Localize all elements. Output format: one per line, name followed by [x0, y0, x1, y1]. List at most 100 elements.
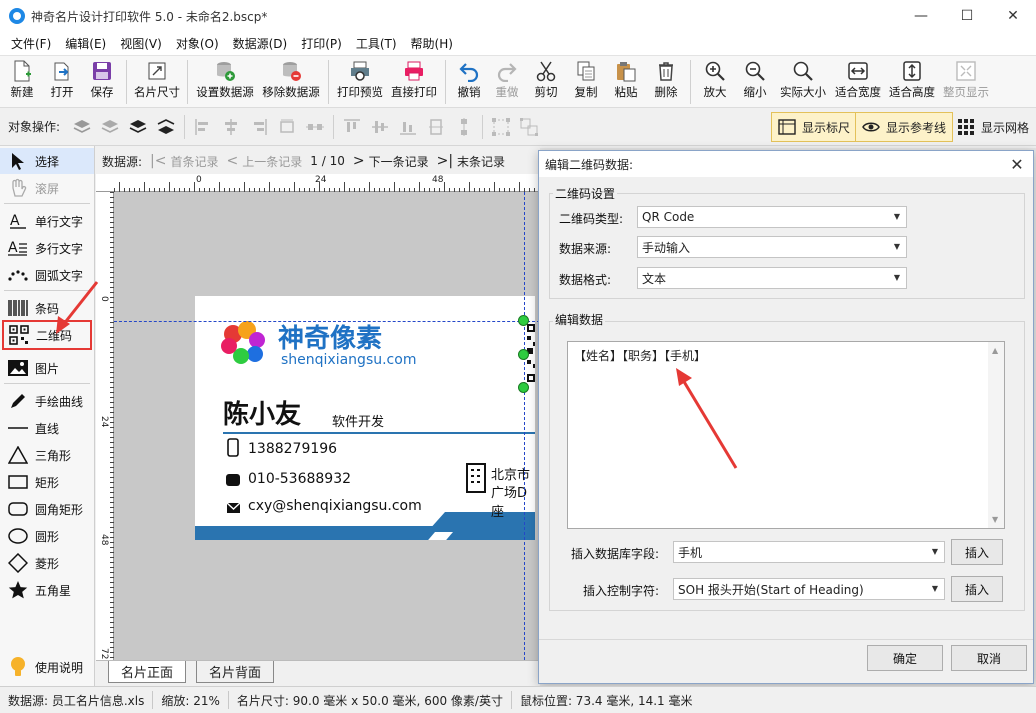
- resize-handle-top[interactable]: [518, 315, 529, 326]
- maximize-button[interactable]: ☐: [944, 0, 990, 32]
- tool-line[interactable]: 直线: [0, 415, 94, 441]
- tool-rect[interactable]: 矩形: [0, 469, 94, 495]
- data-format-select[interactable]: 文本 ▼: [637, 267, 907, 289]
- set-datasource-button[interactable]: 设置数据源: [192, 56, 258, 108]
- align-middle-icon[interactable]: [369, 116, 391, 138]
- undo-icon: [458, 60, 480, 82]
- tool-select[interactable]: 选择: [0, 148, 94, 174]
- menu-object[interactable]: 对象(O): [169, 35, 226, 52]
- tool-barcode[interactable]: 条码: [0, 295, 94, 321]
- cancel-button[interactable]: 取消: [951, 645, 1027, 671]
- layers-bottom-icon[interactable]: [155, 116, 177, 138]
- remove-datasource-button[interactable]: 移除数据源: [258, 56, 324, 108]
- redo-button[interactable]: 重做: [488, 56, 526, 108]
- show-ruler-toggle[interactable]: 显示标尺: [771, 112, 858, 142]
- menu-file[interactable]: 文件(F): [4, 35, 58, 52]
- tool-diamond[interactable]: 菱形: [0, 550, 94, 576]
- business-card[interactable]: 神奇像素 shenqixiangsu.com 陈小友 软件开发 13882791…: [195, 296, 535, 540]
- tool-pan[interactable]: 滚屏: [0, 175, 94, 201]
- qrcode-type-select[interactable]: QR Code ▼: [637, 206, 907, 228]
- tool-single-text[interactable]: A 单行文字: [0, 208, 94, 234]
- ruler-tick: [110, 337, 114, 338]
- tool-round-rect[interactable]: 圆角矩形: [0, 496, 94, 522]
- textarea-scrollbar[interactable]: ▲ ▼: [988, 342, 1004, 528]
- guide-line-vertical[interactable]: [524, 192, 525, 660]
- align-right-icon[interactable]: [248, 116, 270, 138]
- tool-triangle[interactable]: 三角形: [0, 442, 94, 468]
- open-button[interactable]: 打开: [42, 56, 82, 108]
- last-record-button[interactable]: >| 末条记录: [437, 153, 505, 170]
- tool-multi-text[interactable]: A 多行文字: [0, 235, 94, 261]
- distribute-v-icon[interactable]: [304, 116, 326, 138]
- first-record-button[interactable]: |< 首条记录: [150, 153, 218, 170]
- distribute-h-icon[interactable]: [276, 116, 298, 138]
- zoom-out-button[interactable]: 缩小: [735, 56, 775, 108]
- align-center-icon[interactable]: [220, 116, 242, 138]
- minimize-button[interactable]: —: [898, 0, 944, 32]
- menu-view[interactable]: 视图(V): [113, 35, 169, 52]
- scroll-up-icon[interactable]: ▲: [992, 346, 998, 355]
- delete-button[interactable]: 删除: [646, 56, 686, 108]
- print-preview-button[interactable]: 打印预览: [333, 56, 387, 108]
- tool-arc-text[interactable]: 圆弧文字: [0, 262, 94, 288]
- dialog-close-icon[interactable]: ✕: [1007, 154, 1027, 174]
- layers-down-icon[interactable]: [99, 116, 121, 138]
- resize-handle-bottom[interactable]: [518, 382, 529, 393]
- show-guides-toggle[interactable]: 显示参考线: [855, 112, 954, 142]
- full-page-button[interactable]: 整页显示: [939, 56, 993, 108]
- ruler-tick: [110, 602, 114, 603]
- tab-back[interactable]: 名片背面: [196, 661, 275, 683]
- insert-control-char-button[interactable]: 插入: [951, 576, 1003, 602]
- fit-width-button[interactable]: 适合宽度: [831, 56, 885, 108]
- ruler-tick: [159, 188, 160, 192]
- same-height-icon[interactable]: [453, 116, 475, 138]
- save-button[interactable]: 保存: [82, 56, 122, 108]
- tool-help[interactable]: 使用说明: [0, 652, 94, 682]
- new-button[interactable]: 新建: [2, 56, 42, 108]
- copy-button[interactable]: 复制: [566, 56, 606, 108]
- menu-edit[interactable]: 编辑(E): [58, 35, 113, 52]
- zoom-in-button[interactable]: 放大: [695, 56, 735, 108]
- align-left-icon[interactable]: [192, 116, 214, 138]
- tool-qrcode[interactable]: 二维码: [2, 320, 92, 350]
- fit-height-button[interactable]: 适合高度: [885, 56, 939, 108]
- tool-image[interactable]: 图片: [0, 355, 94, 381]
- actual-size-button[interactable]: 实际大小: [775, 56, 831, 108]
- menu-print[interactable]: 打印(P): [294, 35, 349, 52]
- control-char-select[interactable]: SOH 报头开始(Start of Heading) ▼: [673, 578, 945, 600]
- paste-button[interactable]: 粘贴: [606, 56, 646, 108]
- scroll-down-icon[interactable]: ▼: [992, 515, 998, 524]
- group-icon[interactable]: [490, 116, 512, 138]
- tool-freehand[interactable]: 手绘曲线: [0, 388, 94, 414]
- data-source-select[interactable]: 手动输入 ▼: [637, 236, 907, 258]
- menu-tools[interactable]: 工具(T): [349, 35, 404, 52]
- undo-button[interactable]: 撤销: [450, 56, 488, 108]
- align-top-icon[interactable]: [341, 116, 363, 138]
- align-bottom-icon[interactable]: [397, 116, 419, 138]
- show-grid-toggle[interactable]: 显示网格: [950, 112, 1036, 142]
- prev-record-button[interactable]: < 上一条记录: [227, 153, 303, 170]
- db-field-select[interactable]: 手机 ▼: [673, 541, 945, 563]
- layers-up-icon[interactable]: [71, 116, 93, 138]
- tool-star[interactable]: 五角星: [0, 577, 94, 603]
- layers-top-icon[interactable]: [127, 116, 149, 138]
- next-record-button[interactable]: > 下一条记录: [353, 153, 429, 170]
- ungroup-icon[interactable]: [518, 116, 540, 138]
- direct-print-button[interactable]: 直接打印: [387, 56, 441, 108]
- ok-button[interactable]: 确定: [867, 645, 943, 671]
- resize-handle-middle[interactable]: [518, 349, 529, 360]
- close-button[interactable]: ✕: [990, 0, 1036, 32]
- ruler-tick: [234, 188, 235, 192]
- card-size-button[interactable]: 名片尺寸: [131, 56, 183, 108]
- ruler-tick: [110, 352, 114, 353]
- guide-line-horizontal[interactable]: [114, 321, 540, 322]
- menu-datasource[interactable]: 数据源(D): [226, 35, 295, 52]
- tab-front[interactable]: 名片正面: [108, 661, 187, 683]
- design-canvas[interactable]: 0 24 48 0 24 48 72 神奇像素 shenqixiangsu.co…: [96, 174, 540, 660]
- cut-button[interactable]: 剪切: [526, 56, 566, 108]
- insert-field-button[interactable]: 插入: [951, 539, 1003, 565]
- qrcode-data-textarea[interactable]: 【姓名】【职务】【手机】 ▲ ▼: [567, 341, 1005, 529]
- menu-help[interactable]: 帮助(H): [404, 35, 460, 52]
- tool-ellipse[interactable]: 圆形: [0, 523, 94, 549]
- same-width-icon[interactable]: [425, 116, 447, 138]
